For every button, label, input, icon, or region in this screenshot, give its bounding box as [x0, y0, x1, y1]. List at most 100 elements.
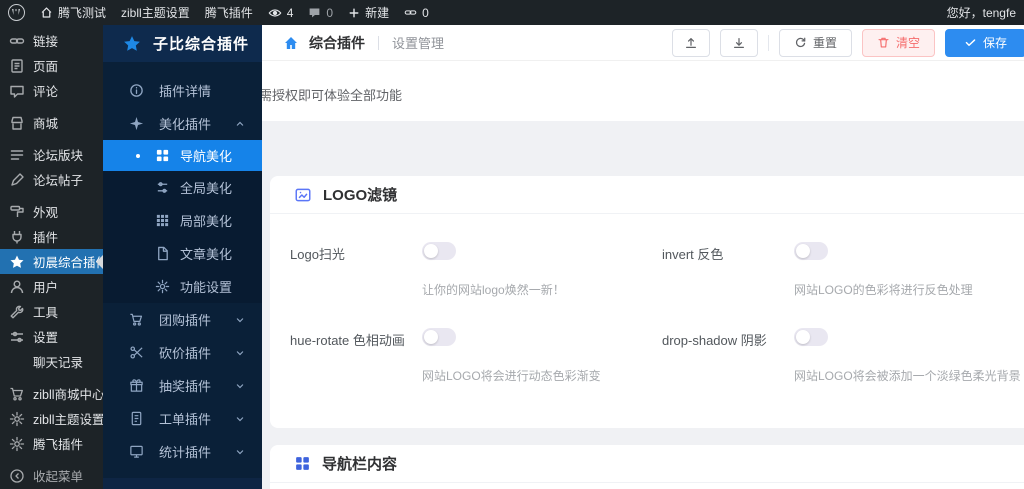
- adminbar-greeting[interactable]: 您好，tengfe: [947, 4, 1016, 21]
- image-icon: [294, 186, 312, 204]
- plugin-nav-ticket-group[interactable]: 工单插件: [103, 402, 262, 435]
- card-fields: 吸附宽度加宽 禁用细雾功能: [270, 483, 1024, 489]
- screen: 腾飞测试 zibll主题设置 腾飞插件 4 0 新建 0: [0, 0, 1024, 489]
- info-icon: [129, 83, 144, 98]
- adminbar-links-count[interactable]: 0: [404, 6, 429, 20]
- active-dot: [136, 154, 140, 158]
- plugin-nav-bargain-group[interactable]: 砍价插件: [103, 336, 262, 369]
- main-content: 综合插件 设置管理 重置 清空: [262, 25, 1024, 489]
- adminbar-site[interactable]: 腾飞测试: [40, 4, 106, 21]
- new-label: 新建: [365, 4, 389, 21]
- wordpress-logo-icon[interactable]: [8, 4, 25, 21]
- sidebar-item-label: 论坛帖子: [33, 170, 83, 189]
- home-icon: [283, 35, 299, 51]
- sidebar-item-label: 插件: [33, 227, 58, 246]
- sidebar-item-pages[interactable]: 页面: [0, 53, 103, 78]
- logo-sweep-toggle[interactable]: [422, 242, 456, 260]
- sidebar-item-label: 设置: [33, 327, 58, 346]
- sidebar-item-users[interactable]: 用户: [0, 274, 103, 299]
- plugin-nav-article-beautify[interactable]: 文章美化: [103, 237, 262, 270]
- plugin-sidebar-footer: [103, 478, 262, 489]
- hue-rotate-toggle[interactable]: [422, 328, 456, 346]
- settings-workspace: LOGO滤镜 Logo扫光 让你的网站logo焕然一新！ invert 反色: [262, 121, 1024, 489]
- sidebar-item-label: 页面: [33, 56, 58, 75]
- sidebar-item-label: 商城: [33, 113, 58, 132]
- sidebar-item-label: 用户: [33, 277, 58, 296]
- adminbar-tengfei-plugin[interactable]: 腾飞插件: [205, 4, 253, 21]
- plugin-sidebar-header: 子比综合插件: [103, 25, 262, 62]
- plug-icon: [9, 229, 25, 245]
- plugin-nav-beautify-group[interactable]: 美化插件: [103, 107, 262, 140]
- sidebar-item-label: zibll商城中心: [33, 384, 105, 403]
- card-header: 导航栏内容: [270, 445, 1024, 483]
- plugin-nav-details[interactable]: 插件详情: [103, 74, 262, 107]
- plugin-nav-label: 导航美化: [180, 146, 232, 165]
- invert-toggle[interactable]: [794, 242, 828, 260]
- field-label: drop-shadow 阴影: [662, 328, 794, 349]
- plugin-nav-partial-beautify[interactable]: 局部美化: [103, 204, 262, 237]
- sidebar-item-zibll-shop-center[interactable]: zibll商城中心: [0, 381, 103, 406]
- adminbar-views[interactable]: 4: [268, 6, 294, 20]
- plugin-nav-groupbuy-group[interactable]: 团购插件: [103, 303, 262, 336]
- plugin-nav-label: 功能设置: [180, 277, 232, 296]
- card-header: LOGO滤镜: [270, 176, 1024, 214]
- reset-label: 重置: [813, 34, 837, 51]
- sidebar-item-label: 评论: [33, 81, 58, 100]
- cart-icon: [129, 312, 144, 327]
- sidebar-item-forum-sections[interactable]: 论坛版块: [0, 142, 103, 167]
- plugin-nav-label: 文章美化: [180, 244, 232, 263]
- sidebar-item-shop[interactable]: 商城: [0, 110, 103, 135]
- card-title: LOGO滤镜: [323, 184, 397, 205]
- clear-button[interactable]: 清空: [862, 29, 935, 57]
- sidebar-item-label: 收起菜单: [33, 466, 83, 485]
- adminbar-new[interactable]: 新建: [348, 4, 389, 21]
- content-toolbar: 综合插件 设置管理 重置 清空: [262, 25, 1024, 61]
- view-count: 4: [287, 6, 294, 20]
- sidebar-item-label: zibll主题设置: [33, 409, 105, 428]
- sidebar-item-tools[interactable]: 工具: [0, 299, 103, 324]
- adminbar-zibll-settings[interactable]: zibll主题设置: [121, 4, 190, 21]
- toggle-knob: [796, 330, 810, 344]
- sidebar-item-appearance[interactable]: 外观: [0, 199, 103, 224]
- list-icon: [9, 147, 25, 163]
- export-button[interactable]: [720, 29, 758, 57]
- sidebar-item-comments[interactable]: 评论: [0, 78, 103, 103]
- sidebar-item-tengfei-plugin[interactable]: 腾飞插件: [0, 431, 103, 456]
- plugin-nav-function-settings[interactable]: 功能设置: [103, 270, 262, 303]
- page-title: 综合插件: [309, 33, 365, 53]
- plugin-nav-global-beautify[interactable]: 全局美化: [103, 171, 262, 204]
- plugin-nav-label: 局部美化: [180, 211, 232, 230]
- plugin-nav-stats-group[interactable]: 统计插件: [103, 435, 262, 468]
- drop-shadow-toggle[interactable]: [794, 328, 828, 346]
- cart-icon: [9, 386, 25, 402]
- save-button[interactable]: 保存: [945, 29, 1024, 57]
- field-hue-rotate: hue-rotate 色相动画 网站LOGO将会进行动态色彩渐变: [290, 328, 662, 384]
- download-icon: [732, 36, 746, 50]
- sliders-icon: [9, 329, 25, 345]
- chevron-down-icon: [234, 446, 246, 458]
- reset-button[interactable]: 重置: [779, 29, 852, 57]
- sidebar-item-chuchen-plugin[interactable]: 初晨综合插件: [0, 249, 103, 274]
- sidebar-item-zibll-theme-settings[interactable]: zibll主题设置: [0, 406, 103, 431]
- comment-icon: [9, 83, 25, 99]
- sidebar-item-chat-log[interactable]: 聊天记录: [0, 349, 103, 374]
- sidebar-item-plugins[interactable]: 插件: [0, 224, 103, 249]
- link-count: 0: [422, 6, 429, 20]
- field-drop-shadow: drop-shadow 阴影 网站LOGO将会被添加一个淡绿色柔光背景: [662, 328, 1024, 384]
- beautify-submenu: 导航美化 全局美化 局部美化 文章美化 功能设置: [103, 140, 262, 303]
- plugin-nav-lottery-group[interactable]: 抽奖插件: [103, 369, 262, 402]
- field-description: 网站LOGO将会被添加一个淡绿色柔光背景: [794, 367, 1021, 384]
- save-label: 保存: [983, 34, 1007, 51]
- plugin-nav-nav-beautify[interactable]: 导航美化: [103, 140, 262, 171]
- chevron-down-icon: [234, 347, 246, 359]
- collapse-menu-button[interactable]: 收起菜单: [0, 463, 103, 488]
- sidebar-item-links[interactable]: 链接: [0, 28, 103, 53]
- import-button[interactable]: [672, 29, 710, 57]
- sidebar-item-forum-posts[interactable]: 论坛帖子: [0, 167, 103, 192]
- link-icon: [404, 6, 417, 19]
- sidebar-item-settings[interactable]: 设置: [0, 324, 103, 349]
- adminbar-comments[interactable]: 0: [308, 6, 333, 20]
- gift-icon: [129, 378, 144, 393]
- toolbar-divider: [768, 35, 769, 51]
- page-subtitle[interactable]: 设置管理: [392, 33, 444, 52]
